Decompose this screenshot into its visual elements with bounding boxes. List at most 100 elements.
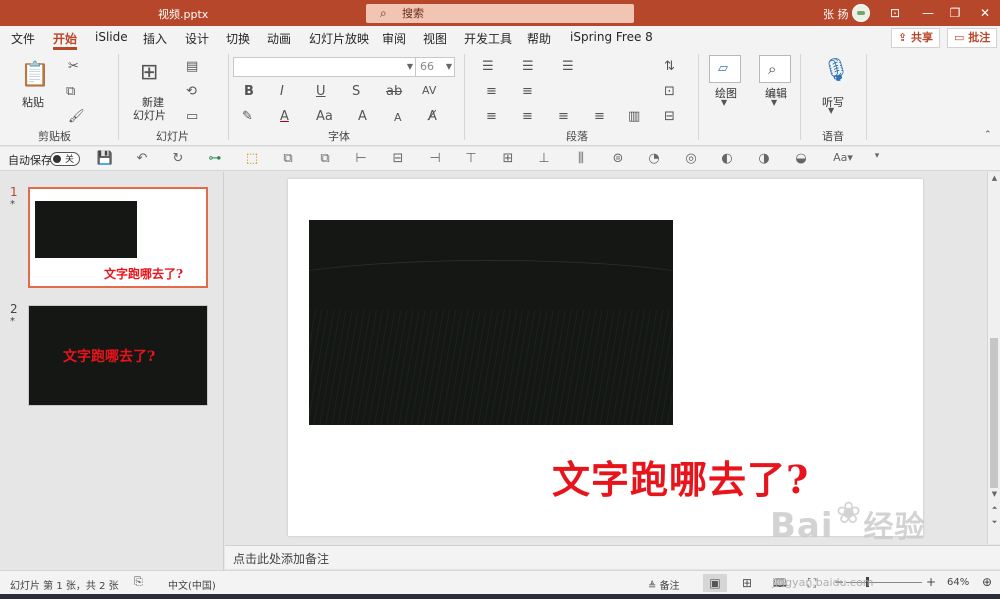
fit-to-window-icon[interactable]: ⊕ xyxy=(982,575,992,589)
intersect-shapes-icon[interactable]: ◑ xyxy=(755,151,773,166)
customize-toolbar-icon[interactable]: ▾ xyxy=(868,151,886,161)
tab-help[interactable]: 帮助 xyxy=(527,30,551,50)
subtract-shapes-icon[interactable]: ◒ xyxy=(792,151,810,166)
previous-slide-icon[interactable]: ⏶ xyxy=(988,504,1000,513)
align-left-objects-icon[interactable]: ⊢ xyxy=(352,151,370,166)
share-button[interactable]: ⇪ 共享 xyxy=(891,28,941,48)
search-box[interactable]: ⌕ 搜索 xyxy=(366,4,634,23)
group-icon[interactable]: ⧉ xyxy=(279,151,297,166)
redo-icon[interactable]: ↻ xyxy=(169,151,187,166)
current-slide[interactable]: 文字跑哪去了? xyxy=(288,179,923,536)
tab-slideshow[interactable]: 幻灯片放映 xyxy=(309,30,369,50)
layout-icon[interactable]: ▤ xyxy=(186,59,198,74)
font-color-icon[interactable]: A xyxy=(280,109,289,124)
cut-icon[interactable]: ✂ xyxy=(68,59,79,74)
video-object[interactable] xyxy=(309,220,673,425)
comments-button[interactable]: ▭ 批注 xyxy=(947,28,998,48)
font-size-select[interactable]: 66 ▼ xyxy=(415,57,455,77)
line-spacing-icon[interactable]: ☰ xyxy=(562,59,574,74)
grow-font-icon[interactable]: A xyxy=(358,109,367,124)
tab-ispring[interactable]: iSpring Free 8 xyxy=(570,30,653,50)
microphone-icon[interactable]: 🎙 xyxy=(822,58,850,83)
notes-toggle[interactable]: ≜ 备注 xyxy=(648,577,680,592)
tab-developer[interactable]: 开发工具 xyxy=(464,30,512,50)
autosave-toggle[interactable]: 关 xyxy=(50,152,80,166)
combine-shapes-icon[interactable]: ◎ xyxy=(682,151,700,166)
undo-icon[interactable]: ↶ xyxy=(133,151,151,166)
tab-file[interactable]: 文件 xyxy=(11,30,35,50)
align-text-icon[interactable]: ⊡ xyxy=(664,84,675,99)
align-top-icon[interactable]: ⊤ xyxy=(462,151,480,166)
justify-icon[interactable]: ≡ xyxy=(594,109,605,124)
tab-animations[interactable]: 动画 xyxy=(267,30,291,50)
slide-thumbnail-1[interactable]: 文字跑哪去了? xyxy=(28,187,208,288)
numbering-icon[interactable]: ☰ xyxy=(522,59,534,74)
user-name[interactable]: 张 扬 xyxy=(823,6,849,22)
tab-islide[interactable]: iSlide xyxy=(95,30,128,50)
underline-icon[interactable]: U xyxy=(316,84,326,99)
new-slide-icon[interactable]: ⊞ xyxy=(140,60,158,85)
scrollbar-thumb[interactable] xyxy=(990,338,998,488)
increase-indent-icon[interactable]: ≡ xyxy=(522,84,533,99)
ribbon-display-icon[interactable]: ⊡ xyxy=(883,2,907,24)
select-icon[interactable]: ⬚ xyxy=(243,151,261,166)
clear-format-icon[interactable]: A̸ xyxy=(428,109,437,124)
text-effects-icon[interactable]: Aa▾ xyxy=(830,151,856,164)
distribute-vertical-icon[interactable]: ⊜ xyxy=(609,151,627,166)
restore-button[interactable]: ❐ xyxy=(943,2,967,24)
align-left-icon[interactable]: ≡ xyxy=(486,109,497,124)
paste-icon[interactable]: 📋 xyxy=(20,60,50,88)
next-slide-icon[interactable]: ⏷ xyxy=(988,518,1000,527)
distribute-horizontal-icon[interactable]: ⫼ xyxy=(572,151,590,166)
tab-review[interactable]: 审阅 xyxy=(382,30,406,50)
align-middle-icon[interactable]: ⊶ xyxy=(206,151,224,166)
align-right-icon[interactable]: ≡ xyxy=(558,109,569,124)
merge-shapes-icon[interactable]: ◔ xyxy=(645,151,663,166)
highlight-icon[interactable]: ✎ xyxy=(242,109,253,124)
text-direction-icon[interactable]: ⇅ xyxy=(664,59,675,74)
paste-label[interactable]: 粘贴 xyxy=(22,94,44,110)
close-button[interactable]: ✕ xyxy=(973,2,997,24)
copy-icon[interactable]: ⧉ xyxy=(66,84,75,99)
normal-view-icon[interactable]: ▣ xyxy=(703,574,727,592)
strikethrough-icon[interactable]: ab xyxy=(386,84,402,99)
font-name-select[interactable]: ▼ xyxy=(233,57,416,77)
avatar[interactable] xyxy=(852,4,870,22)
shadow-icon[interactable]: S xyxy=(352,84,360,99)
tab-transitions[interactable]: 切换 xyxy=(226,30,250,50)
slide-thumbnail-2[interactable]: 文字跑哪去了? xyxy=(28,305,208,406)
scroll-up-icon[interactable]: ▲ xyxy=(988,174,1000,182)
shrink-font-icon[interactable]: A xyxy=(394,111,402,124)
tab-view[interactable]: 视图 xyxy=(423,30,447,50)
language-indicator[interactable]: 中文(中国) xyxy=(168,577,216,592)
fragment-shapes-icon[interactable]: ◐ xyxy=(718,151,736,166)
find-button[interactable]: ⌕ xyxy=(759,55,791,83)
smartart-icon[interactable]: ⊟ xyxy=(664,109,675,124)
align-bottom-icon[interactable]: ⊥ xyxy=(535,151,553,166)
new-slide-label-2[interactable]: 幻灯片 xyxy=(133,107,166,123)
tab-insert[interactable]: 插入 xyxy=(143,30,167,50)
vertical-scrollbar[interactable]: ▲ ▼ ⏶ ⏷ xyxy=(987,172,1000,544)
align-right-objects-icon[interactable]: ⊣ xyxy=(426,151,444,166)
drawing-icon[interactable]: ▱ xyxy=(709,55,741,83)
scroll-down-icon[interactable]: ▼ xyxy=(988,490,1000,498)
ungroup-icon[interactable]: ⧉ xyxy=(316,151,334,166)
format-painter-icon[interactable]: 🖌 xyxy=(68,109,85,124)
align-vertical-center-icon[interactable]: ⊞ xyxy=(499,151,517,166)
minimize-button[interactable]: — xyxy=(916,2,940,24)
bullets-icon[interactable]: ☰ xyxy=(482,59,494,74)
reset-icon[interactable]: ⟲ xyxy=(186,84,197,99)
align-center-icon[interactable]: ≡ xyxy=(522,109,533,124)
italic-icon[interactable]: I xyxy=(280,84,284,99)
align-center-objects-icon[interactable]: ⊟ xyxy=(389,151,407,166)
bold-icon[interactable]: B xyxy=(244,84,254,99)
decrease-indent-icon[interactable]: ≡ xyxy=(486,84,497,99)
change-case-icon[interactable]: Aa xyxy=(316,109,333,124)
collapse-ribbon-icon[interactable]: ⌃ xyxy=(984,130,992,140)
accessibility-icon[interactable]: ⎘ xyxy=(134,575,143,589)
tab-home[interactable]: 开始 xyxy=(53,30,78,50)
columns-icon[interactable]: ▥ xyxy=(628,109,640,124)
char-spacing-icon[interactable]: AV xyxy=(422,84,436,97)
save-icon[interactable]: 💾 xyxy=(96,151,114,166)
tab-design[interactable]: 设计 xyxy=(185,30,209,50)
